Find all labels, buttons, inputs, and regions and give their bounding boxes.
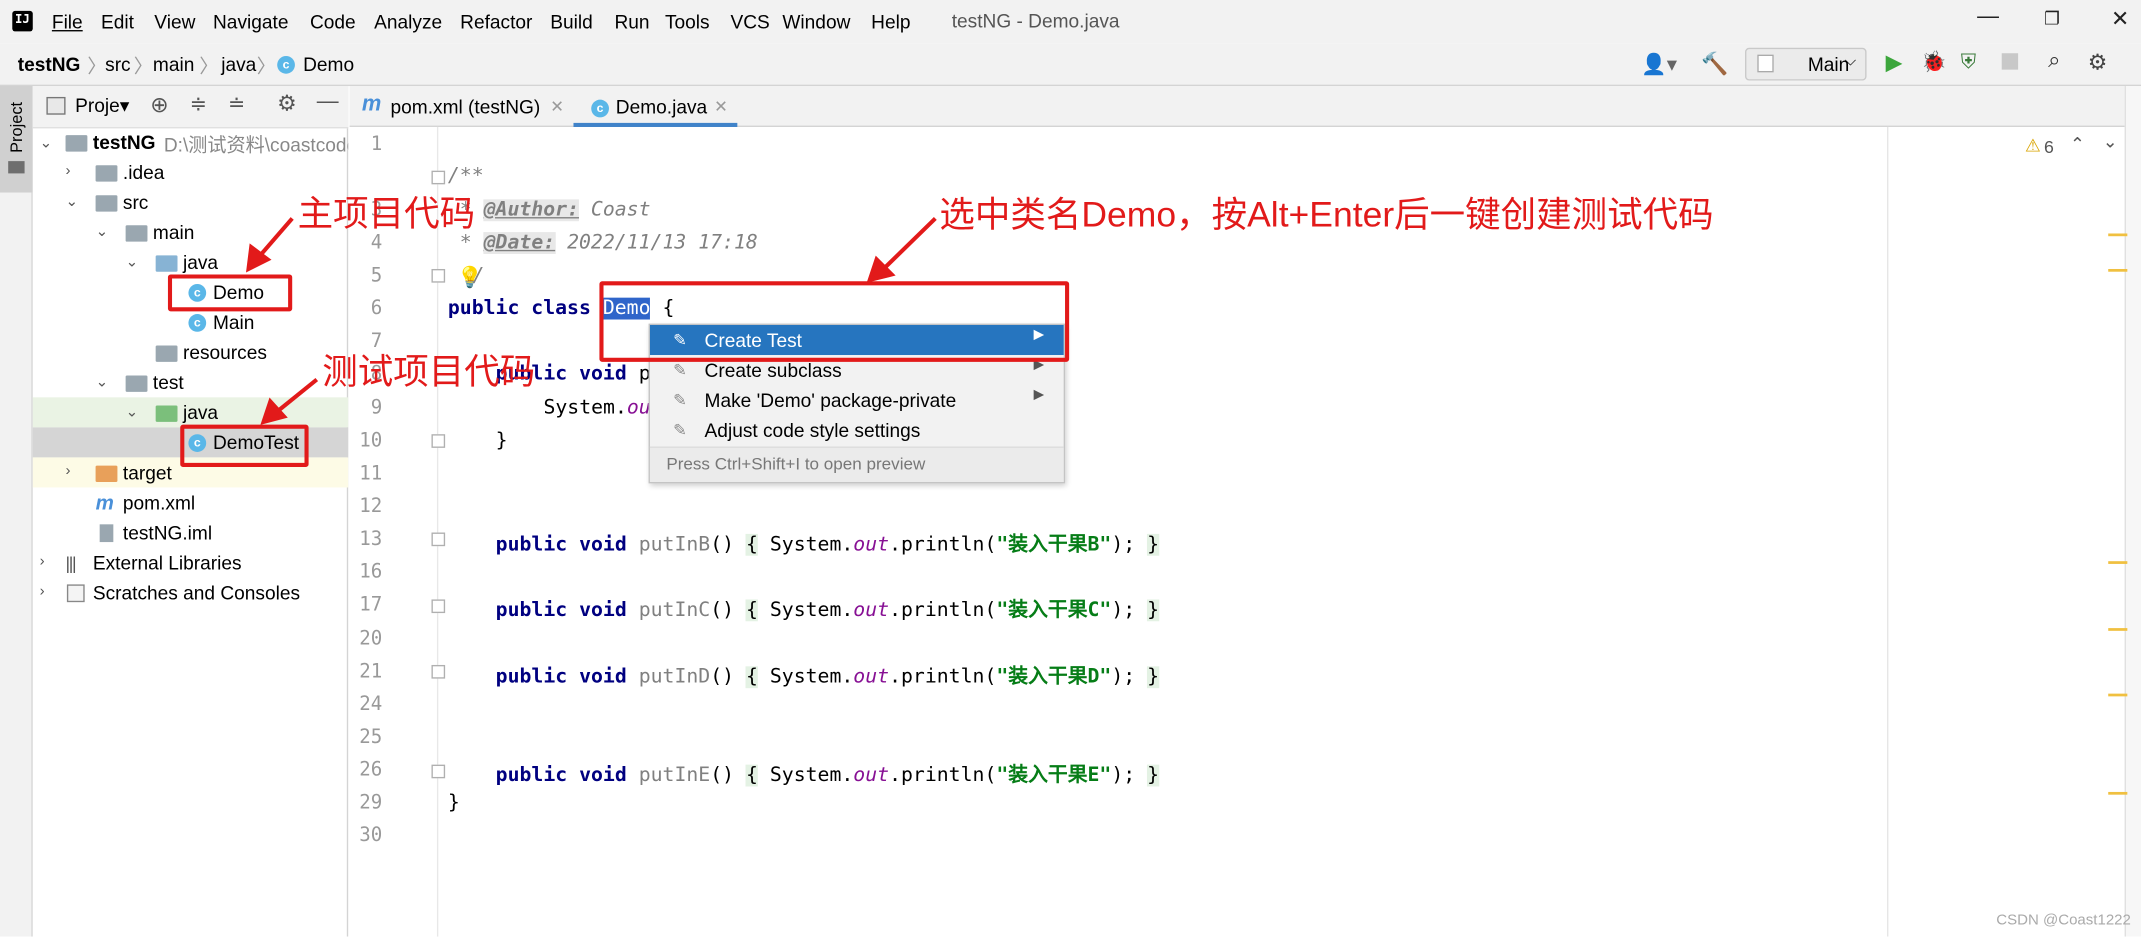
watermark: CSDN @Coast1222 bbox=[1996, 912, 2131, 929]
annotation-arrow bbox=[246, 217, 937, 425]
annotation-arrows bbox=[246, 217, 937, 425]
